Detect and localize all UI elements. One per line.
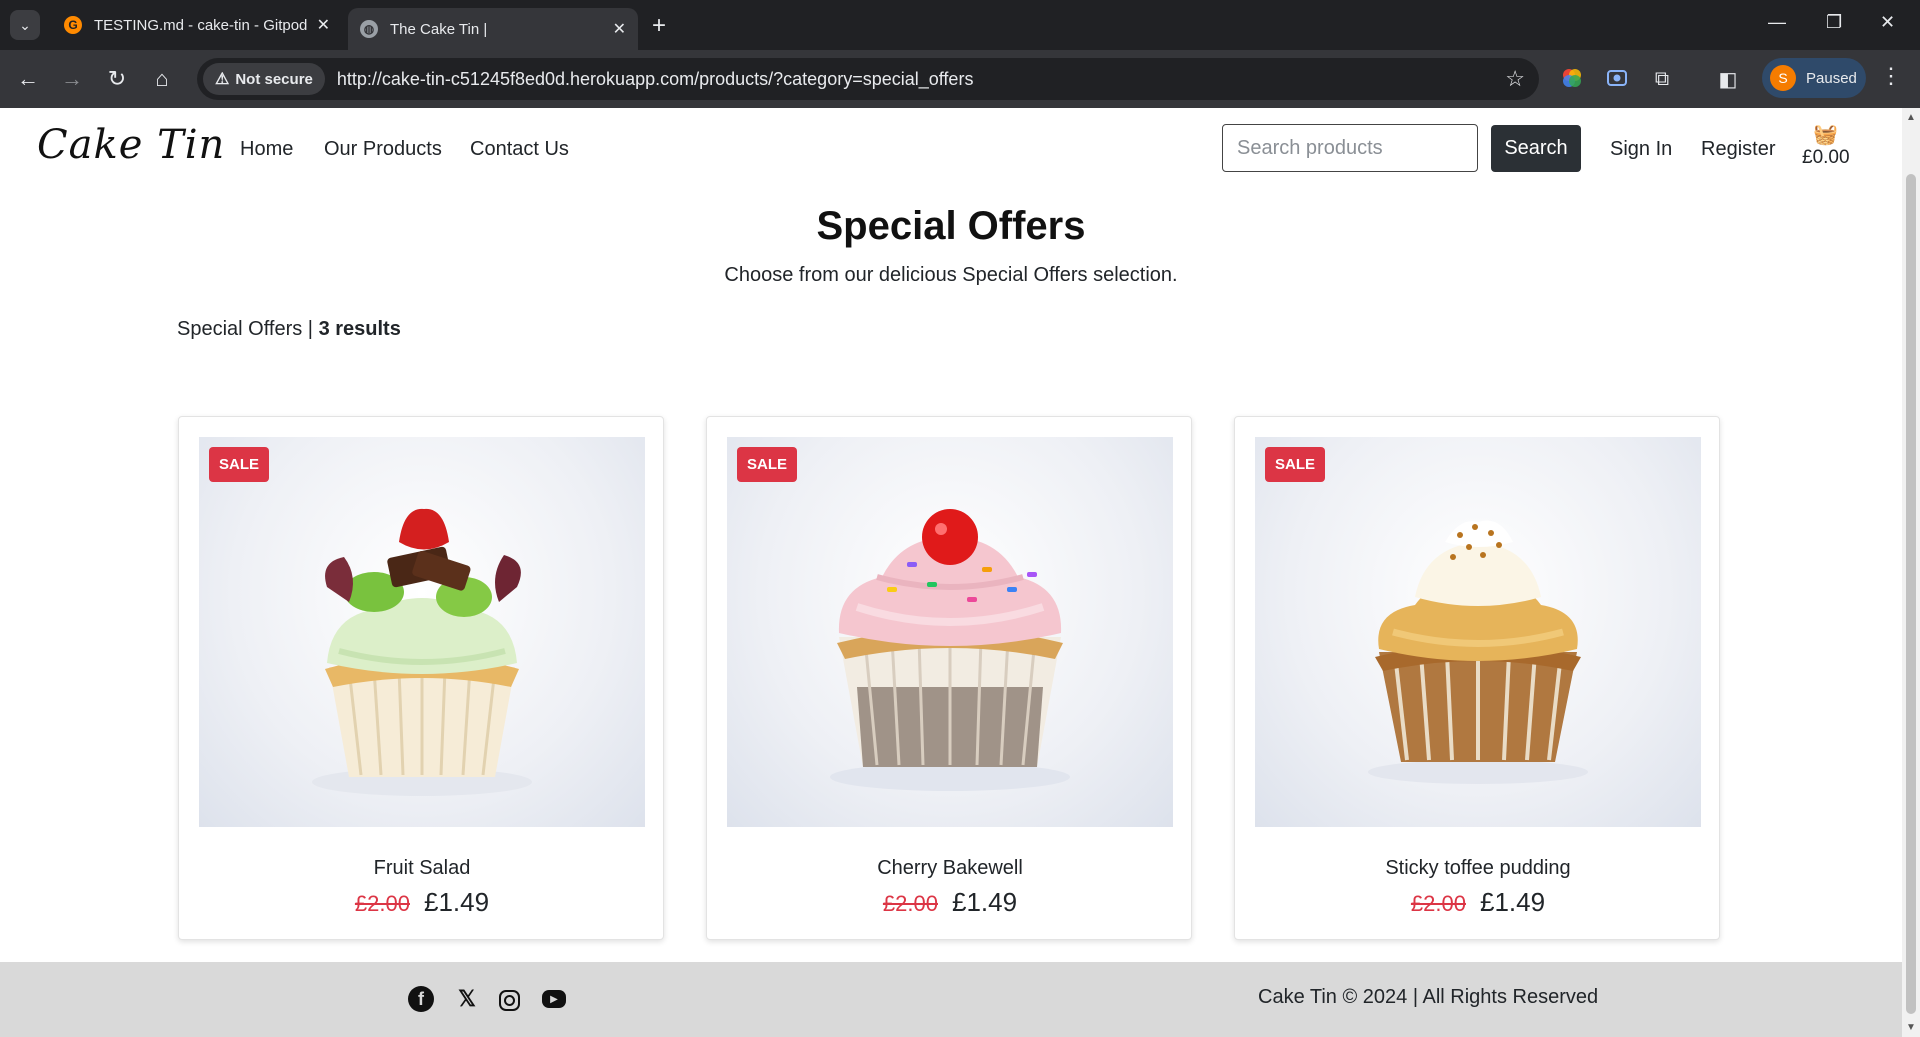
basket-total: £0.00 [1802, 147, 1850, 168]
product-card[interactable]: SALE Cherry Bakewell £2.00 £1.49 [706, 416, 1192, 940]
sale-badge: SALE [1265, 447, 1326, 482]
scroll-down-icon[interactable]: ▼ [1906, 1022, 1916, 1033]
basket-link[interactable]: 🧺 £0.00 [1802, 122, 1850, 169]
product-card[interactable]: SALE Fruit Salad £2.00 £1.49 [178, 416, 664, 940]
browser-tabbar: ⌄ G TESTING.md - cake-tin - Gitpod ✕ ◍ T… [0, 0, 1920, 50]
profile-status: Paused [1806, 69, 1857, 87]
restore-icon[interactable]: ❐ [1826, 12, 1842, 33]
instagram-icon[interactable] [499, 990, 520, 1011]
x-icon[interactable]: 𝕏 [454, 986, 480, 1012]
youtube-icon[interactable]: ▶ [542, 990, 566, 1008]
avatar: S [1770, 65, 1796, 91]
sale-badge: SALE [209, 447, 270, 482]
url-text[interactable]: http://cake-tin-c51245f8ed0d.herokuapp.c… [337, 69, 974, 90]
kebab-menu-icon[interactable]: ⋮ [1880, 63, 1902, 89]
sale-price: £1.49 [1479, 887, 1546, 917]
new-tab-icon[interactable]: + [652, 12, 666, 40]
security-chip[interactable]: ⚠ Not secure [203, 63, 325, 95]
color-wheel-extension-icon[interactable] [1561, 67, 1583, 89]
facebook-icon[interactable]: f [408, 986, 434, 1012]
profile-button[interactable]: S Paused [1762, 58, 1866, 98]
results-count: 3 results [318, 318, 401, 340]
tab-search-button[interactable]: ⌄ [10, 10, 40, 40]
product-name[interactable]: Fruit Salad [179, 857, 665, 880]
original-price: £2.00 [354, 891, 410, 916]
product-price: £2.00 £1.49 [179, 887, 665, 918]
results-summary: Special Offers | 3 results [177, 318, 401, 341]
browser-toolbar: ← → ↻ ⌂ ⚠ Not secure http://cake-tin-c51… [0, 50, 1920, 108]
page-title: Special Offers [816, 204, 1086, 248]
page-subtitle: Choose from our delicious Special Offers… [724, 264, 1178, 286]
close-icon[interactable]: ✕ [613, 19, 626, 39]
sale-price: £1.49 [951, 887, 1018, 917]
close-icon[interactable]: ✕ [317, 15, 330, 35]
category-label[interactable]: Special Offers | [177, 318, 313, 340]
chevron-down-icon: ⌄ [19, 16, 31, 33]
scroll-up-icon[interactable]: ▲ [1906, 112, 1916, 123]
browser-tab-active[interactable]: ◍ The Cake Tin | ✕ [348, 8, 638, 50]
address-bar[interactable]: ⚠ Not secure http://cake-tin-c51245f8ed0… [197, 58, 1539, 100]
warning-icon: ⚠ [215, 71, 230, 88]
product-name[interactable]: Cherry Bakewell [707, 857, 1193, 880]
search-input[interactable] [1222, 124, 1478, 172]
tab-title: The Cake Tin | [390, 20, 488, 38]
product-price: £2.00 £1.49 [1235, 887, 1721, 918]
reload-icon[interactable]: ↻ [101, 63, 133, 95]
window-close-icon[interactable]: ✕ [1880, 12, 1895, 33]
product-image[interactable]: SALE [1255, 437, 1701, 827]
product-card[interactable]: SALE Sticky toffee pudding £2.00 £1.49 [1234, 416, 1720, 940]
original-price: £2.00 [882, 891, 938, 916]
register-link[interactable]: Register [1701, 138, 1775, 161]
basket-icon: 🧺 [1813, 124, 1839, 146]
minimize-icon[interactable]: — [1768, 12, 1786, 33]
nav-home[interactable]: Home [240, 138, 293, 161]
bookmark-star-icon[interactable]: ☆ [1505, 66, 1525, 92]
gitpod-icon: G [64, 16, 82, 34]
cupcake-sticky-toffee-image [1368, 520, 1588, 784]
security-label: Not secure [235, 70, 313, 88]
home-icon[interactable]: ⌂ [146, 63, 178, 95]
product-name[interactable]: Sticky toffee pudding [1235, 857, 1721, 880]
search-button[interactable]: Search [1491, 125, 1581, 172]
sign-in-link[interactable]: Sign In [1610, 138, 1672, 161]
page-scrollbar[interactable]: ▲ ▼ [1902, 108, 1920, 1037]
screen-capture-extension-icon[interactable] [1606, 67, 1628, 89]
cupcake-cherry-bakewell-image [830, 509, 1070, 791]
globe-icon: ◍ [360, 20, 378, 38]
page-viewport: Cake Tin Home Our Products Contact Us Se… [0, 108, 1902, 1037]
site-footer: f 𝕏 ▶ Cake Tin © 2024 | All Rights Reser… [0, 962, 1902, 1037]
forward-icon[interactable]: → [56, 63, 88, 95]
product-image[interactable]: SALE [727, 437, 1173, 827]
product-image[interactable]: SALE [199, 437, 645, 827]
cupcake-fruit-salad-image [312, 508, 532, 796]
browser-tab[interactable]: G TESTING.md - cake-tin - Gitpod ✕ [52, 8, 342, 42]
tab-title: TESTING.md - cake-tin - Gitpod [94, 16, 308, 34]
back-icon[interactable]: ← [12, 63, 44, 95]
sale-badge: SALE [737, 447, 798, 482]
site-logo[interactable]: Cake Tin [37, 122, 225, 168]
sale-price: £1.49 [423, 887, 490, 917]
nav-contact-us[interactable]: Contact Us [470, 138, 569, 161]
extensions-puzzle-icon[interactable]: ⧉ [1646, 63, 1678, 95]
side-panel-icon[interactable]: ◧ [1712, 63, 1744, 95]
nav-our-products[interactable]: Our Products [324, 138, 442, 161]
scrollbar-thumb[interactable] [1906, 174, 1916, 1014]
product-price: £2.00 £1.49 [707, 887, 1193, 918]
copyright-text: Cake Tin © 2024 | All Rights Reserved [1258, 986, 1599, 1008]
original-price: £2.00 [1410, 891, 1466, 916]
